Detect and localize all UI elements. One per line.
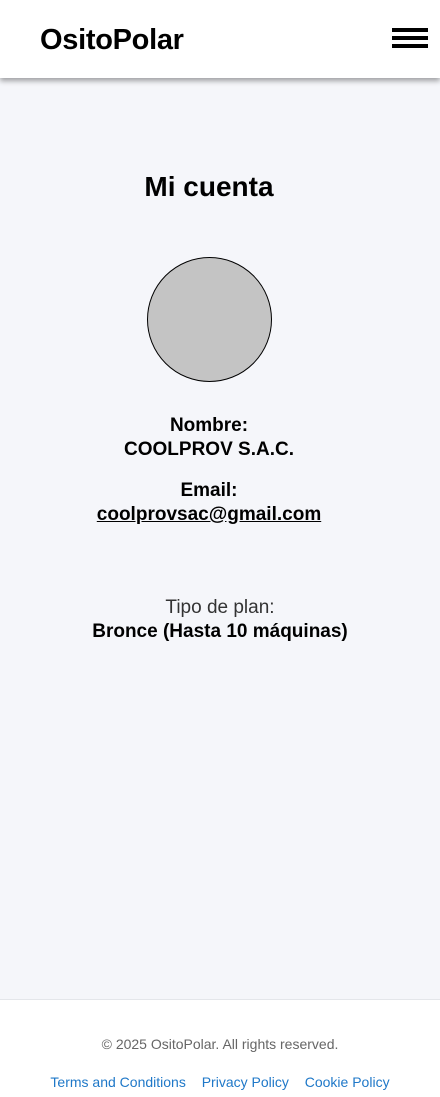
brand-logo[interactable]: OsitoPolar <box>40 21 184 59</box>
page-footer: © 2025 OsitoPolar. All rights reserved. … <box>0 999 440 1097</box>
menu-bar <box>392 44 428 48</box>
top-navbar: OsitoPolar <box>0 0 440 78</box>
name-label: Nombre: <box>169 415 249 436</box>
page-title: Mi cuenta <box>144 171 274 202</box>
cookie-link[interactable]: Cookie Policy <box>305 1074 390 1090</box>
menu-bar <box>392 36 428 40</box>
hamburger-icon[interactable] <box>392 28 428 48</box>
menu-bar <box>392 28 428 32</box>
email-info: Email: coolprovsac@gmail.com <box>0 479 418 527</box>
name-value: COOLPROV S.A.C. <box>124 439 294 460</box>
terms-link[interactable]: Terms and Conditions <box>50 1074 185 1090</box>
email-link[interactable]: coolprovsac@gmail.com <box>0 503 418 527</box>
email-label: Email: <box>180 480 238 501</box>
copyright-text: © 2025 OsitoPolar. All rights reserved. <box>101 1036 339 1052</box>
avatar <box>147 257 272 382</box>
name-info: Nombre: COOLPROV S.A.C. <box>0 414 418 462</box>
plan-info: Tipo de plan: Bronce (Hasta 10 máquinas) <box>0 596 440 644</box>
privacy-link[interactable]: Privacy Policy <box>202 1074 289 1090</box>
footer-links: Terms and Conditions Privacy Policy Cook… <box>0 1074 440 1090</box>
plan-value: Bronce (Hasta 10 máquinas) <box>92 621 348 642</box>
plan-label: Tipo de plan: <box>165 597 275 618</box>
